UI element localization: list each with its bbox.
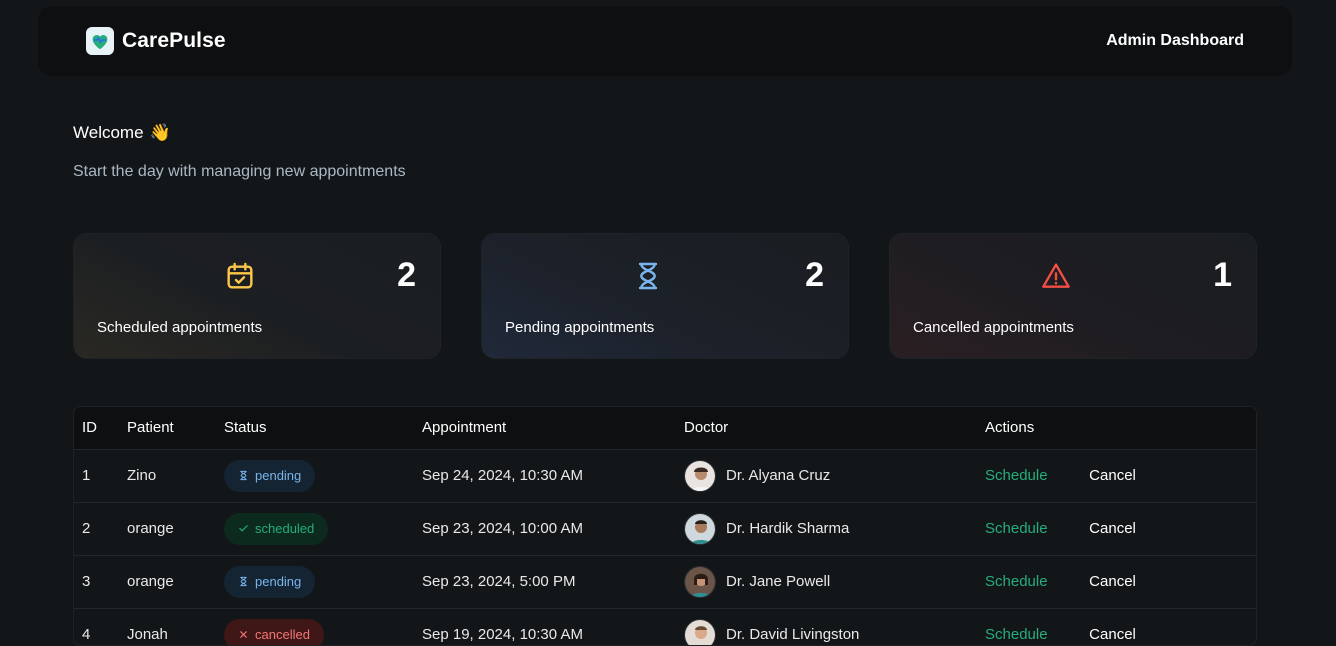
- cell-actions: Schedule Cancel: [977, 608, 1256, 645]
- cell-id: 4: [82, 626, 91, 644]
- cancel-button[interactable]: Cancel: [1089, 467, 1136, 484]
- cell-appointment: Sep 24, 2024, 10:30 AM: [422, 467, 583, 484]
- doctor-avatar: [684, 618, 716, 645]
- cell-status: scheduled: [216, 502, 414, 555]
- status-text: scheduled: [255, 521, 315, 536]
- appointments-table: ID Patient Status Appointment Doctor Act…: [73, 406, 1257, 646]
- calendar-check-icon: [224, 260, 256, 292]
- cell-appointment: Sep 19, 2024, 10:30 AM: [422, 626, 583, 644]
- hourglass-icon: [632, 260, 664, 292]
- brand-name: CarePulse: [122, 29, 226, 52]
- stat-card-cancelled: 1 Cancelled appointments: [889, 233, 1257, 359]
- cell-appointment: Sep 23, 2024, 10:00 AM: [422, 520, 583, 537]
- table-row: 4 Jonah cancelled Sep 19, 2024, 10:30 AM…: [74, 608, 1256, 645]
- cell-appointment: Sep 23, 2024, 5:00 PM: [422, 573, 576, 590]
- waving-hand-icon: 👋: [149, 123, 171, 142]
- brand-logo-link[interactable]: CarePulse: [86, 27, 226, 55]
- status-badge: pending: [224, 565, 316, 598]
- schedule-button[interactable]: Schedule: [985, 520, 1085, 537]
- cell-status: pending: [216, 555, 414, 608]
- scheduled-count: 2: [397, 256, 416, 294]
- carepulse-logo-icon: [86, 27, 114, 55]
- doctor-name: Dr. David Livingston: [726, 626, 860, 644]
- table-header-row: ID Patient Status Appointment Doctor Act…: [74, 407, 1256, 449]
- welcome-subtitle: Start the day with managing new appointm…: [73, 163, 406, 180]
- check-icon: [239, 525, 248, 532]
- doctor-avatar: [684, 512, 716, 545]
- doctor-name: Dr. Hardik Sharma: [726, 520, 850, 537]
- table-row: 2 orange scheduled Sep 23, 2024, 10:00 A…: [74, 502, 1256, 555]
- doctor-avatar: [684, 565, 716, 598]
- cell-actions: Schedule Cancel: [977, 555, 1256, 608]
- cell-id: 2: [82, 520, 91, 537]
- cell-doctor: Dr. Alyana Cruz: [676, 449, 977, 502]
- alert-triangle-icon: [1040, 260, 1072, 292]
- status-text: cancelled: [255, 627, 310, 643]
- cancel-button[interactable]: Cancel: [1089, 626, 1136, 643]
- cell-status: pending: [216, 449, 414, 502]
- table-row: 1 Zino pending Sep 24, 2024, 10:30 AM Dr…: [74, 449, 1256, 502]
- stat-card-scheduled: 2 Scheduled appointments: [73, 233, 441, 359]
- cell-doctor: Dr. Hardik Sharma: [676, 502, 977, 555]
- column-header-status: Status: [224, 419, 267, 437]
- welcome-heading: Welcome 👋: [73, 123, 171, 143]
- scheduled-label: Scheduled appointments: [97, 319, 263, 336]
- cell-id: 1: [82, 467, 91, 484]
- schedule-button[interactable]: Schedule: [985, 467, 1085, 484]
- cancelled-label: Cancelled appointments: [913, 319, 1074, 336]
- table-row: 3 orange pending Sep 23, 2024, 5:00 PM D…: [74, 555, 1256, 608]
- status-badge: pending: [224, 459, 316, 492]
- stat-card-pending: 2 Pending appointments: [481, 233, 849, 359]
- column-header-actions: Actions: [985, 419, 1035, 437]
- cancelled-count: 1: [1213, 256, 1232, 294]
- cell-patient: Jonah: [127, 626, 168, 644]
- cell-patient: orange: [127, 520, 174, 537]
- pending-count: 2: [805, 256, 824, 294]
- cell-patient: Zino: [127, 467, 157, 484]
- column-header-patient: Patient: [127, 419, 174, 437]
- cell-patient: orange: [127, 573, 174, 590]
- doctor-name: Dr. Jane Powell: [726, 573, 831, 590]
- status-badge: cancelled: [224, 618, 324, 645]
- cell-doctor: Dr. Jane Powell: [676, 555, 977, 608]
- cell-doctor: Dr. David Livingston: [676, 608, 977, 645]
- status-badge: scheduled: [224, 512, 329, 545]
- column-header-appointment: Appointment: [422, 419, 507, 437]
- hourglass-icon: [240, 470, 247, 481]
- doctor-name: Dr. Alyana Cruz: [726, 467, 831, 484]
- cell-actions: Schedule Cancel: [977, 449, 1256, 502]
- pending-label: Pending appointments: [505, 319, 655, 336]
- schedule-button[interactable]: Schedule: [985, 573, 1085, 590]
- doctor-avatar: [684, 459, 716, 492]
- admin-dashboard-title: Admin Dashboard: [1106, 32, 1244, 49]
- column-header-doctor: Doctor: [684, 419, 729, 437]
- hourglass-icon: [240, 576, 247, 587]
- cancel-button[interactable]: Cancel: [1089, 573, 1136, 590]
- schedule-button[interactable]: Schedule: [985, 626, 1085, 643]
- status-text: pending: [255, 574, 302, 589]
- cancel-button[interactable]: Cancel: [1089, 520, 1136, 537]
- welcome-text: Welcome: [73, 123, 144, 142]
- cell-actions: Schedule Cancel: [977, 502, 1256, 555]
- cell-status: cancelled: [216, 608, 414, 645]
- top-header: CarePulse Admin Dashboard: [38, 6, 1292, 76]
- status-text: pending: [255, 468, 302, 483]
- cell-id: 3: [82, 573, 91, 590]
- column-header-id: ID: [82, 419, 97, 437]
